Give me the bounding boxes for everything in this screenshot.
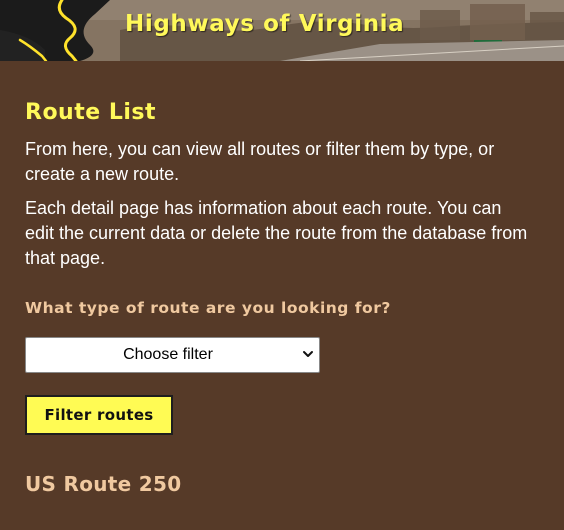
site-title: Highways of Virginia	[125, 11, 405, 37]
filter-select-value: Choose filter	[123, 346, 213, 363]
page-title: Route List	[25, 100, 156, 125]
detail-info-paragraph: Each detail page has information about e…	[25, 198, 528, 268]
route-link-us-250[interactable]: US Route 250	[25, 470, 181, 498]
route-type-filter-select[interactable]: Choose filter	[25, 337, 320, 373]
main-content: Route List From here, you can view all r…	[25, 96, 535, 320]
filter-routes-button[interactable]: Filter routes	[25, 395, 173, 435]
intro-paragraph: From here, you can view all routes or fi…	[25, 139, 495, 184]
filter-question-label: What type of route are you looking for?	[25, 299, 391, 317]
site-header: Highways of Virginia	[0, 0, 564, 61]
chevron-down-icon	[303, 351, 313, 357]
